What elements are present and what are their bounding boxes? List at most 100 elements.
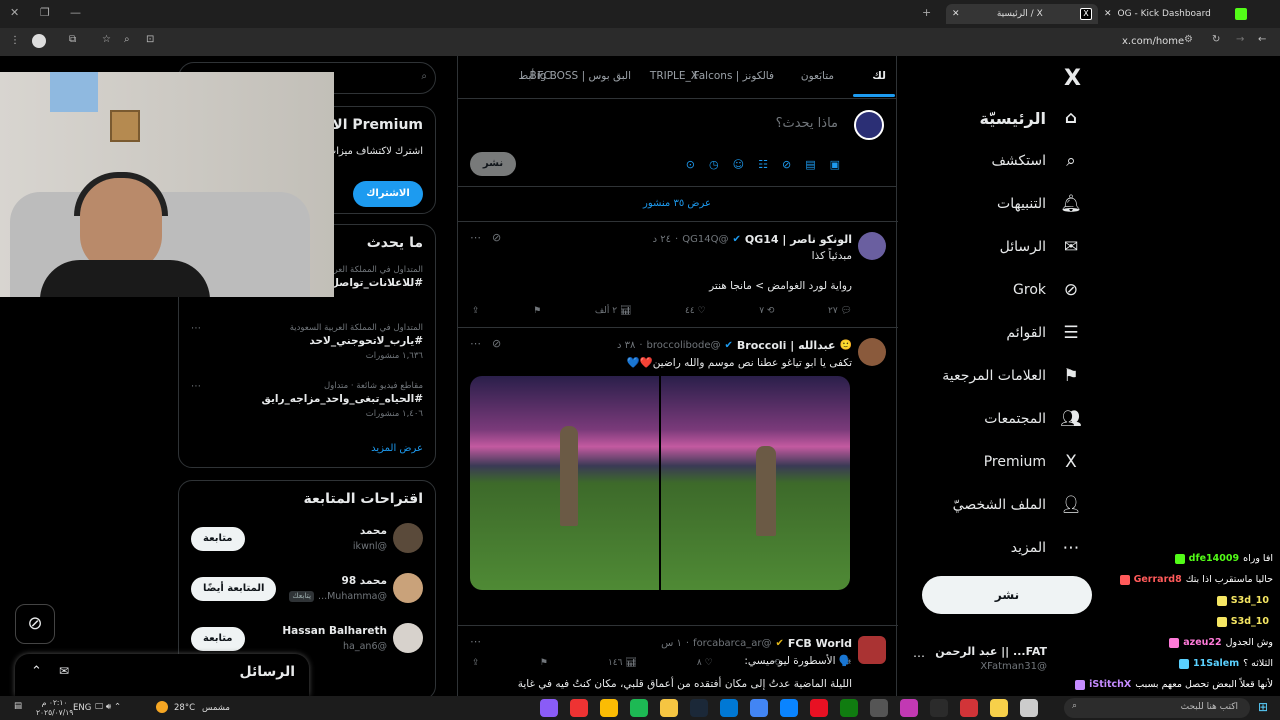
feed-tab[interactable]: لك xyxy=(872,70,886,82)
nav-item-list[interactable]: ☰ القوائم xyxy=(1006,323,1082,343)
windows-start-icon[interactable]: ⊞ xyxy=(1258,700,1268,714)
more-options-icon[interactable]: ⋯ xyxy=(913,649,925,663)
taskbar-app-icon[interactable] xyxy=(540,699,558,717)
follow-button[interactable]: متابعة xyxy=(191,627,245,651)
taskbar-app-icon[interactable] xyxy=(780,699,798,717)
feed-tab[interactable]: TRIPLE_X xyxy=(650,70,698,82)
tab-close-icon[interactable]: ✕ xyxy=(952,9,960,19)
trend-name[interactable]: #يارب_لاتحوجني_لاحد xyxy=(309,335,423,347)
feed-tab[interactable]: فالكونز | Falcons xyxy=(694,70,774,82)
reply-button[interactable]: 💬︎ ٢٧ xyxy=(828,306,852,316)
restore-window-icon[interactable]: ❐ xyxy=(40,6,50,19)
taskbar-app-icon[interactable] xyxy=(930,699,948,717)
follow-avatar[interactable] xyxy=(393,623,423,653)
new-message-icon[interactable]: ✉ xyxy=(59,664,69,678)
tweet-handle[interactable]: @forcabarca_ar xyxy=(693,638,771,649)
follow-avatar[interactable] xyxy=(393,573,423,603)
chat-username[interactable]: azeu22 xyxy=(1183,637,1221,648)
feed-tab[interactable]: متابَعون xyxy=(801,70,834,82)
show-new-posts[interactable]: عرض ٣٥ منشور xyxy=(458,186,896,222)
follow-handle[interactable]: @ikwnl xyxy=(353,541,387,552)
grok-icon[interactable]: ⊘ xyxy=(782,158,791,171)
follow-name[interactable]: محمد xyxy=(360,525,387,537)
extensions-icon[interactable]: ⧉ xyxy=(69,34,76,45)
site-settings-icon[interactable]: ⚙ xyxy=(1184,34,1193,45)
bookmark-star-icon[interactable]: ☆ xyxy=(102,34,111,45)
more-icon[interactable]: ⋯ xyxy=(470,337,481,350)
emoji-icon[interactable]: ☺ xyxy=(733,158,744,171)
nav-item-communities[interactable]: 👥︎ المجتمعات xyxy=(984,409,1082,429)
taskbar-app-icon[interactable] xyxy=(600,699,618,717)
taskbar-app-icon[interactable] xyxy=(750,699,768,717)
install-app-icon[interactable]: ⊡ xyxy=(146,34,154,45)
notification-icon[interactable]: ▤ xyxy=(14,701,22,711)
nav-item-bell[interactable]: 🔔︎ التنبيهات xyxy=(997,194,1082,214)
more-icon[interactable]: ⋯ xyxy=(470,635,481,648)
subscribe-button[interactable]: الاشتراك xyxy=(353,181,423,207)
location-icon[interactable]: ⊙ xyxy=(686,158,695,171)
nav-item-profile[interactable]: 👤︎ الملف الشخصيّ xyxy=(953,495,1082,515)
bookmark-button[interactable]: ⚑ xyxy=(533,306,541,316)
compose-input[interactable]: ماذا يحدث؟ xyxy=(776,116,838,131)
taskbar-search[interactable]: ⌕ اكتب هنا للبحث xyxy=(1064,698,1250,718)
tweet-author[interactable]: FCB World xyxy=(788,637,852,650)
trend-name[interactable]: #الحياه_تبغى_واحد_مزاجه_رايق xyxy=(262,393,424,405)
tweet-handle[interactable]: @QG14Q xyxy=(682,234,728,245)
tab-kick[interactable]: ✕ OG - Kick Dashboard xyxy=(1104,4,1254,24)
grok-icon[interactable]: ⊘ xyxy=(492,231,501,244)
weather-temp[interactable]: 28°C xyxy=(174,703,195,713)
more-icon[interactable]: ⋯ xyxy=(470,231,481,244)
taskbar-app-icon[interactable] xyxy=(960,699,978,717)
tweet-avatar[interactable] xyxy=(858,232,886,260)
like-button[interactable]: ♡ ٤٤ xyxy=(685,306,706,316)
follow-handle[interactable]: @Muhamma... xyxy=(318,591,387,602)
chat-username[interactable]: iStitchX xyxy=(1089,679,1131,690)
grok-float-icon[interactable]: ⊘ xyxy=(15,604,55,644)
tweet-author[interactable]: الونكو ناصر | QG14 xyxy=(745,233,852,246)
tweet-media[interactable] xyxy=(470,376,850,590)
nav-item-home[interactable]: ⌂ الرئيسيّة xyxy=(980,108,1083,128)
follow-button[interactable]: متابعة xyxy=(191,527,245,551)
taskbar-app-icon[interactable] xyxy=(570,699,588,717)
tweet-time[interactable]: ٢٤ د xyxy=(653,234,671,245)
tweet[interactable]: الونكو ناصر | QG14 ✔ @QG14Q · ٢٤ د ⋯ ⊘ م… xyxy=(458,221,898,327)
tweet-time[interactable]: ١ س xyxy=(661,638,682,649)
follow-name[interactable]: Hassan Balhareth xyxy=(282,625,387,637)
chat-username[interactable]: dfe14009 xyxy=(1189,553,1239,564)
system-tray-icons[interactable]: 🖵︎ 🔊︎ ⌃ xyxy=(95,702,121,712)
chat-username[interactable]: S3d_10 xyxy=(1231,616,1269,627)
taskbar-app-icon[interactable] xyxy=(870,699,888,717)
taskbar-app-icon[interactable] xyxy=(1020,699,1038,717)
show-more-link[interactable]: عرض المزيد xyxy=(371,443,423,454)
trend-name[interactable]: #للاعلانات_تواصل_ xyxy=(325,277,423,289)
tweet-handle[interactable]: @broccolibode xyxy=(647,340,721,351)
taskbar-app-icon[interactable] xyxy=(900,699,918,717)
follow-avatar[interactable] xyxy=(393,523,423,553)
tab-x-home[interactable]: ✕ الرئيسية / X X xyxy=(946,4,1098,24)
taskbar-app-icon[interactable] xyxy=(660,699,678,717)
gif-icon[interactable]: ▤ xyxy=(805,158,815,171)
taskbar-app-icon[interactable] xyxy=(840,699,858,717)
user-avatar[interactable] xyxy=(854,110,884,140)
taskbar-app-icon[interactable] xyxy=(990,699,1008,717)
messages-drawer[interactable]: الرسائل ⌃ ✉ xyxy=(15,654,309,696)
taskbar-app-icon[interactable] xyxy=(690,699,708,717)
back-icon[interactable]: ← xyxy=(1258,34,1266,45)
new-tab-icon[interactable]: + xyxy=(922,6,931,19)
tweet[interactable]: FCB World ✔ @forcabarca_ar · ١ س ⋯ 🗣️ ال… xyxy=(458,625,898,696)
taskbar-app-icon[interactable] xyxy=(720,699,738,717)
nav-item-bookmark[interactable]: ⚑ العلامات المرجعية xyxy=(942,366,1082,386)
chat-username[interactable]: 11Salem xyxy=(1193,658,1239,669)
chat-username[interactable]: Gerrard8 xyxy=(1134,574,1182,585)
tab-close-icon[interactable]: ✕ xyxy=(1104,9,1112,19)
expand-icon[interactable]: ⌃ xyxy=(31,664,42,679)
weather-label[interactable]: مشمس xyxy=(202,703,230,713)
nav-item-x[interactable]: X Premium xyxy=(984,452,1082,472)
clock-date[interactable]: ٢٠٢٥/٠٧/١٩ xyxy=(36,708,73,718)
menu-dots-icon[interactable]: ⋮ xyxy=(10,35,20,46)
url-text[interactable]: x.com/home xyxy=(1122,36,1184,47)
close-window-icon[interactable]: ✕ xyxy=(10,6,19,19)
tweet-author[interactable]: عبدالله | Broccoli xyxy=(737,339,836,352)
follow-button[interactable]: المتابعة أيضًا xyxy=(191,577,277,601)
nav-item-grok[interactable]: ⊘ Grok xyxy=(1013,280,1082,300)
